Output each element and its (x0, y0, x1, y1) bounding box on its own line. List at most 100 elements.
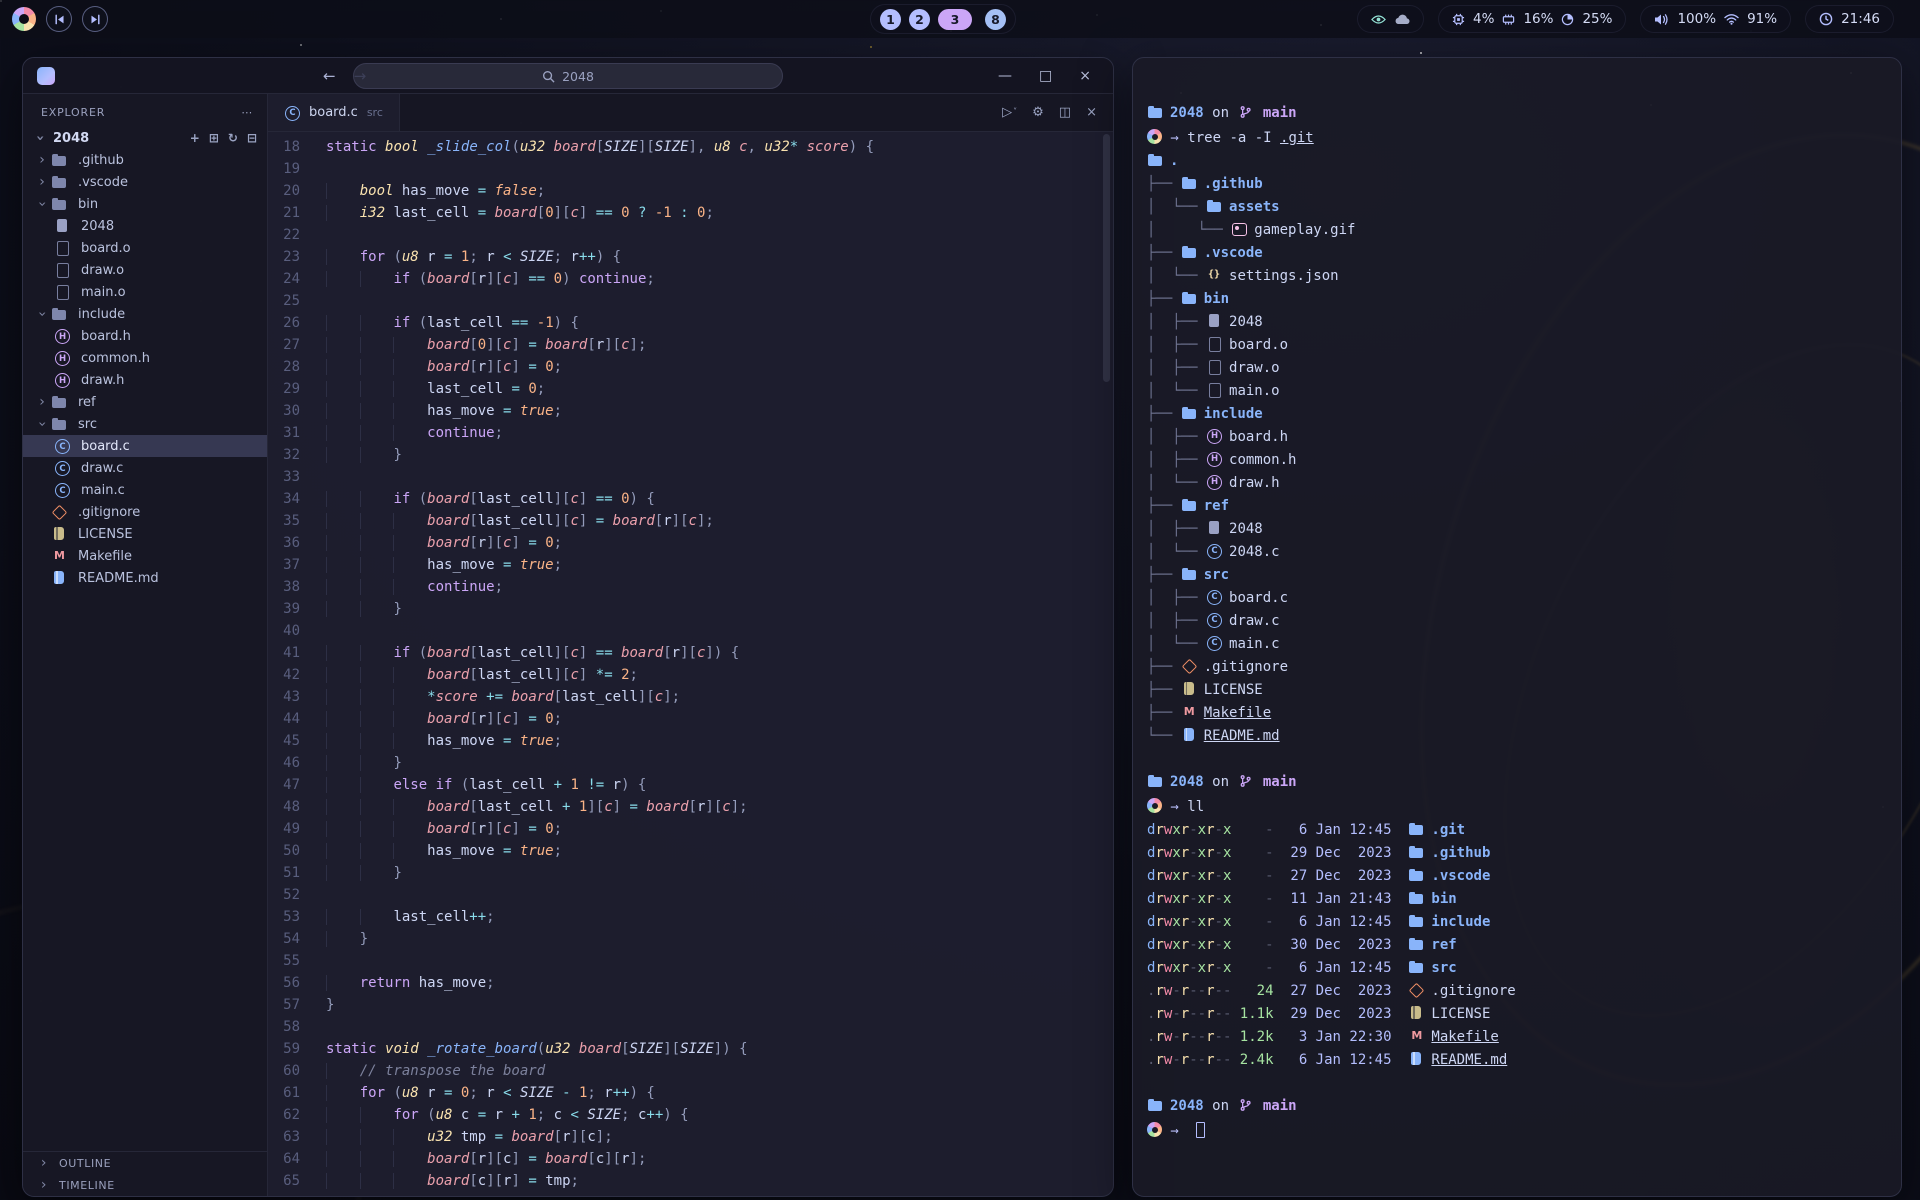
explorer-item-draw.h[interactable]: draw.h (23, 369, 267, 391)
terminal-window[interactable]: 2048 on main → tree -a -I .git.├── .gith… (1132, 57, 1902, 1197)
code-line[interactable]: 60 // transpose the board (268, 1060, 1113, 1082)
code-line[interactable]: 53 last_cell++; (268, 906, 1113, 928)
code-line[interactable]: 59static void _rotate_board(u32 board[SI… (268, 1038, 1113, 1060)
audio-network-pill[interactable]: 100% 91% (1640, 5, 1791, 33)
code-line[interactable]: 26 if (last_cell == -1) { (268, 312, 1113, 334)
code-line[interactable]: 31 continue; (268, 422, 1113, 444)
vscode-titlebar[interactable]: ← → 2048 — □ × (23, 58, 1113, 94)
code-line[interactable]: 28 board[r][c] = 0; (268, 356, 1113, 378)
explorer-item-2048[interactable]: 2048 (23, 215, 267, 237)
code-line[interactable]: 57} (268, 994, 1113, 1016)
code-line[interactable]: 47 else if (last_cell + 1 != r) { (268, 774, 1113, 796)
code-line[interactable]: 33 (268, 466, 1113, 488)
code-line[interactable]: 39 } (268, 598, 1113, 620)
code-line[interactable]: 29 last_cell = 0; (268, 378, 1113, 400)
command-center-search[interactable]: 2048 (353, 63, 783, 89)
explorer-item-.github[interactable]: ›.github (23, 149, 267, 171)
code-line[interactable]: 48 board[last_cell + 1][c] = board[r][c]… (268, 796, 1113, 818)
code-line[interactable]: 56 return has_move; (268, 972, 1113, 994)
code-line[interactable]: 36 board[r][c] = 0; (268, 532, 1113, 554)
explorer-item-board.h[interactable]: board.h (23, 325, 267, 347)
media-next-button[interactable] (82, 6, 108, 32)
new-file-icon[interactable]: + (190, 131, 200, 145)
code-line[interactable]: 30 has_move = true; (268, 400, 1113, 422)
code-line[interactable]: 34 if (board[last_cell][c] == 0) { (268, 488, 1113, 510)
workspace-8[interactable]: 8 (985, 9, 1006, 30)
code-line[interactable]: 43 *score += board[last_cell][c]; (268, 686, 1113, 708)
editor-scrollbar[interactable] (1103, 134, 1110, 382)
code-line[interactable]: 65 board[c][r] = tmp; (268, 1170, 1113, 1192)
clock-pill[interactable]: 21:46 (1805, 5, 1894, 33)
code-line[interactable]: 21 i32 last_cell = board[0][c] == 0 ? -1… (268, 202, 1113, 224)
explorer-item-ref[interactable]: ›ref (23, 391, 267, 413)
code-line[interactable]: 20 bool has_move = false; (268, 180, 1113, 202)
code-line[interactable]: 46 } (268, 752, 1113, 774)
code-line[interactable]: 64 board[r][c] = board[c][r]; (268, 1148, 1113, 1170)
code-line[interactable]: 54 } (268, 928, 1113, 950)
code-line[interactable]: 49 board[r][c] = 0; (268, 818, 1113, 840)
tray-pill[interactable] (1357, 5, 1424, 33)
more-actions-icon[interactable]: ⋯ (241, 106, 253, 119)
code-line[interactable]: 18static bool _slide_col(u32 board[SIZE]… (268, 136, 1113, 158)
new-folder-icon[interactable]: ⊞ (209, 131, 219, 145)
system-stats-pill[interactable]: 4% 16% 25% (1438, 5, 1626, 33)
explorer-item-LICENSE[interactable]: LICENSE (23, 523, 267, 545)
settings-icon[interactable]: ⚙ (1032, 105, 1044, 120)
code-line[interactable]: 45 has_move = true; (268, 730, 1113, 752)
code-line[interactable]: 58 (268, 1016, 1113, 1038)
code-line[interactable]: 41 if (board[last_cell][c] == board[r][c… (268, 642, 1113, 664)
explorer-item-.vscode[interactable]: ›.vscode (23, 171, 267, 193)
code-line[interactable]: 38 continue; (268, 576, 1113, 598)
media-prev-button[interactable] (46, 6, 72, 32)
code-line[interactable]: 37 has_move = true; (268, 554, 1113, 576)
code-line[interactable]: 50 has_move = true; (268, 840, 1113, 862)
explorer-item-src[interactable]: ›src (23, 413, 267, 435)
explorer-item-main.o[interactable]: main.o (23, 281, 267, 303)
explorer-item-Makefile[interactable]: Makefile (23, 545, 267, 567)
code-line[interactable]: 63 u32 tmp = board[r][c]; (268, 1126, 1113, 1148)
explorer-item-README.md[interactable]: README.md (23, 567, 267, 589)
code-line[interactable]: 35 board[last_cell][c] = board[r][c]; (268, 510, 1113, 532)
close-icon[interactable]: × (1086, 105, 1097, 120)
code-line[interactable]: 52 (268, 884, 1113, 906)
code-line[interactable]: 23 for (u8 r = 1; r < SIZE; r++) { (268, 246, 1113, 268)
code-line[interactable]: 32 } (268, 444, 1113, 466)
code-line[interactable]: 44 board[r][c] = 0; (268, 708, 1113, 730)
explorer-item-common.h[interactable]: common.h (23, 347, 267, 369)
code-line[interactable]: 27 board[0][c] = board[r][c]; (268, 334, 1113, 356)
explorer-item-draw.c[interactable]: draw.c (23, 457, 267, 479)
explorer-item-board.c[interactable]: board.c (23, 435, 267, 457)
code-line[interactable]: 40 (268, 620, 1113, 642)
launcher-gear-icon[interactable] (12, 7, 36, 31)
explorer-root[interactable]: › 2048 +⊞↻⊟ (23, 127, 267, 149)
explorer-item-board.o[interactable]: board.o (23, 237, 267, 259)
workspace-1[interactable]: 1 (880, 9, 901, 30)
code-editor[interactable]: 18static bool _slide_col(u32 board[SIZE]… (268, 132, 1113, 1196)
workspace-2[interactable]: 2 (909, 9, 930, 30)
code-line[interactable]: 55 (268, 950, 1113, 972)
code-line[interactable]: 51 } (268, 862, 1113, 884)
run-icon[interactable]: ▷ (1002, 105, 1017, 120)
code-line[interactable]: 61 for (u8 r = 0; r < SIZE - 1; r++) { (268, 1082, 1113, 1104)
outline-panel[interactable]: › OUTLINE (23, 1152, 267, 1174)
explorer-item-include[interactable]: ›include (23, 303, 267, 325)
explorer-item-bin[interactable]: ›bin (23, 193, 267, 215)
explorer-item-.gitignore[interactable]: .gitignore (23, 501, 267, 523)
code-line[interactable]: 19 (268, 158, 1113, 180)
explorer-item-main.c[interactable]: main.c (23, 479, 267, 501)
workspace-3[interactable]: 3 (938, 9, 972, 30)
maximize-button[interactable]: □ (1039, 68, 1052, 84)
back-arrow-icon[interactable]: ← (323, 67, 336, 85)
vscode-window[interactable]: ← → 2048 — □ × EXPLORER ⋯ › 2048 +⊞↻⊟ ›.… (22, 57, 1114, 1197)
minimize-button[interactable]: — (998, 68, 1012, 84)
code-line[interactable]: 62 for (u8 c = r + 1; c < SIZE; c++) { (268, 1104, 1113, 1126)
code-line[interactable]: 42 board[last_cell][c] *= 2; (268, 664, 1113, 686)
close-button[interactable]: × (1079, 68, 1091, 84)
code-line[interactable]: 22 (268, 224, 1113, 246)
code-line[interactable]: 24 if (board[r][c] == 0) continue; (268, 268, 1113, 290)
collapse-icon[interactable]: ⊟ (247, 131, 257, 145)
timeline-panel[interactable]: › TIMELINE (23, 1174, 267, 1196)
refresh-icon[interactable]: ↻ (228, 131, 238, 145)
code-line[interactable]: 25 (268, 290, 1113, 312)
explorer-item-draw.o[interactable]: draw.o (23, 259, 267, 281)
